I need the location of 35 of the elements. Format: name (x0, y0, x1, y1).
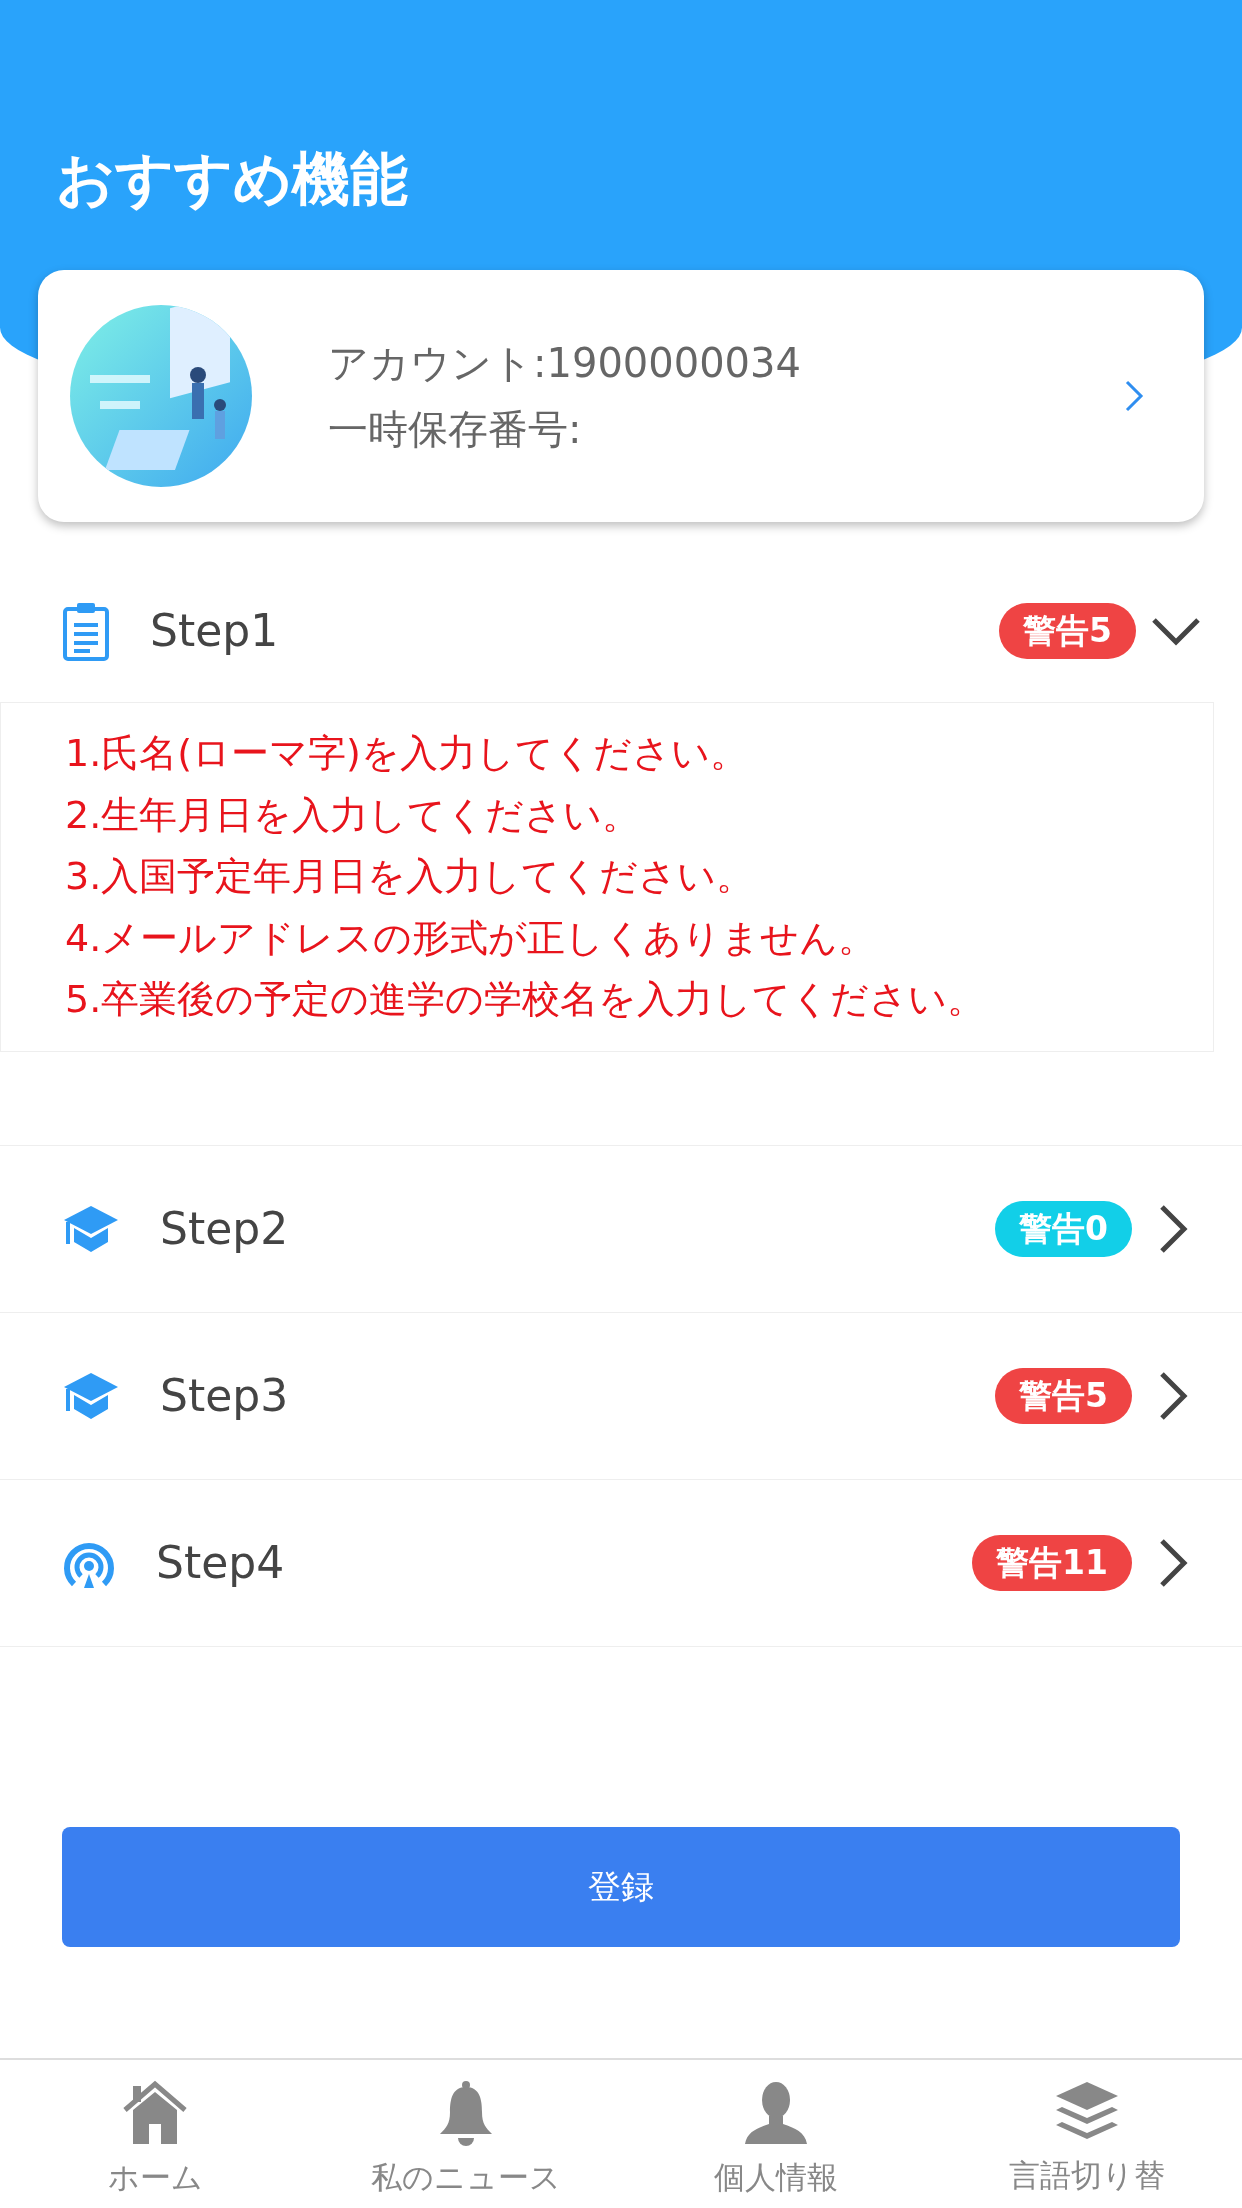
chevron-right-icon (1158, 1369, 1188, 1422)
tab-bar-item[interactable]: ホーム (0, 2060, 311, 2208)
step-row[interactable]: Step1 警告5 (0, 560, 1242, 702)
warning-badge: 警告5 (995, 1367, 1132, 1424)
warning-badge: 警告5 (999, 603, 1136, 659)
error-message: 1.氏名(ローマ字)を入力してください。 (65, 730, 749, 777)
temp-save-number: 一時保存番号: (328, 405, 583, 454)
clipboard-icon (62, 601, 110, 661)
chevron-right-icon (1158, 1202, 1188, 1255)
warning-badge: 警告0 (995, 1200, 1132, 1257)
error-message: 5.卒業後の予定の進学の学校名を入力してください。 (65, 976, 987, 1023)
error-message: 3.入国予定年月日を入力してください。 (65, 853, 756, 900)
submit-button[interactable]: 登録 (62, 1826, 1180, 1947)
step-label: Step1 (150, 604, 280, 658)
chevron-down-icon (1150, 616, 1202, 646)
step-row[interactable]: Step4 警告11 (0, 1479, 1242, 1647)
step-row[interactable]: Step3 警告5 (0, 1312, 1242, 1480)
chevron-right-icon (1124, 379, 1144, 413)
account-card[interactable]: アカウント:1900000034 一時保存番号: (38, 270, 1204, 522)
person-icon (743, 2080, 810, 2146)
step-label: Step2 (160, 1201, 290, 1256)
tab-bar-item[interactable]: 私のニュース (310, 2060, 621, 2208)
chevron-right-icon (1158, 1536, 1188, 1589)
step-row[interactable]: Step2 警告0 (0, 1145, 1242, 1313)
step-label: Step4 (156, 1535, 286, 1590)
graduation-cap-icon (62, 1203, 120, 1254)
step-label: Step3 (160, 1368, 290, 1423)
tab-bar-item[interactable]: 個人情報 (621, 2060, 932, 2208)
error-message: 4.メールアドレスの形式が正しくありません。 (65, 914, 878, 962)
account-number: アカウント:1900000034 (328, 339, 802, 388)
warning-badge: 警告11 (972, 1534, 1132, 1591)
tab-bar-item[interactable]: 言語切り替 (931, 2060, 1242, 2208)
bell-icon (437, 2080, 494, 2146)
error-message: 2.生年月日を入力してください。 (65, 791, 642, 839)
graduation-cap-icon (62, 1370, 120, 1421)
